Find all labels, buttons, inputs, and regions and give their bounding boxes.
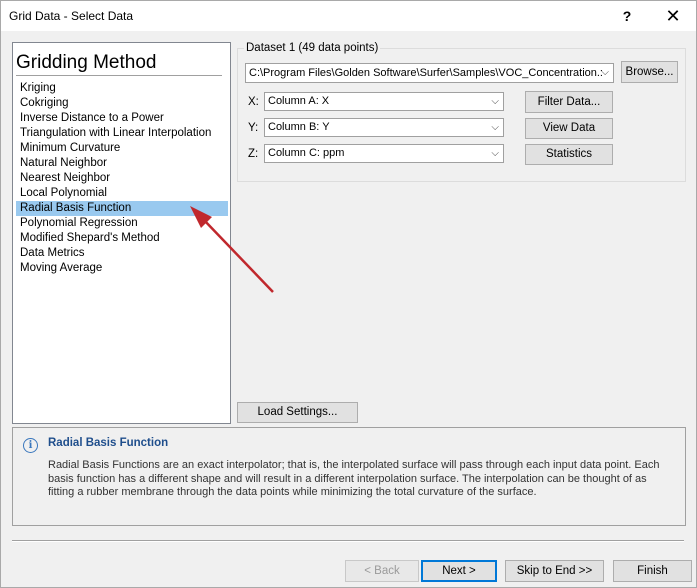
annotation-arrow (190, 206, 274, 293)
annotation-arrow-shaft (202, 218, 274, 293)
